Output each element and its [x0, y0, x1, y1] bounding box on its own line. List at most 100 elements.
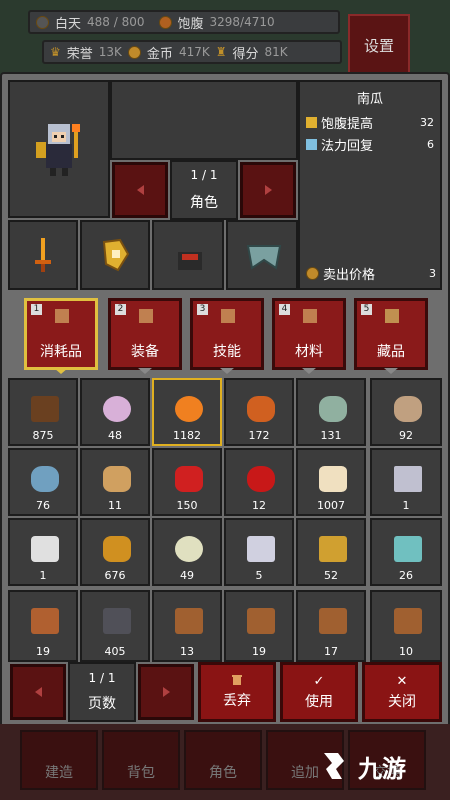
inventory-slot[interactable]: 92: [370, 378, 442, 446]
equip-slot-body[interactable]: [152, 220, 224, 290]
item-quantity: 19: [36, 645, 50, 658]
inventory-slot[interactable]: 19: [224, 590, 294, 662]
item-quantity: 11: [108, 499, 122, 512]
bone-icon: [31, 536, 59, 562]
inventory-slot[interactable]: 48: [80, 378, 150, 446]
inventory-slot[interactable]: 49: [152, 518, 222, 586]
close-button[interactable]: ✕ 关闭: [362, 662, 442, 722]
character-page: 1 / 1: [190, 168, 218, 182]
character-portrait[interactable]: [8, 80, 110, 218]
arrow-left-icon: [136, 185, 144, 195]
equip-slot-cape[interactable]: [226, 220, 298, 290]
hunger-icon: [158, 15, 172, 29]
arrow-right-icon: [264, 185, 272, 195]
plus-icon: [303, 309, 317, 323]
sell-price-label: 卖出价格: [323, 268, 376, 283]
inventory-slot[interactable]: 1007: [296, 448, 366, 516]
hunger-value: 3298/4710: [209, 15, 275, 29]
character-next-button[interactable]: [240, 162, 296, 218]
page-indicator: 1 / 1 页数: [68, 662, 136, 722]
red-potion-icon: [175, 466, 203, 492]
page-number: 1 / 1: [88, 671, 116, 685]
item-quantity: 1: [402, 499, 410, 512]
chest-icon: [31, 396, 59, 422]
inventory-slot[interactable]: 26: [370, 518, 442, 586]
hunger-icon: [306, 116, 317, 128]
inventory-slot[interactable]: 150: [152, 448, 222, 516]
settings-button[interactable]: 设置: [348, 14, 410, 76]
goblet-icon: [103, 536, 131, 562]
item-quantity: 76: [36, 499, 50, 512]
page-label: 页数: [88, 696, 116, 712]
character-label: 角色: [190, 195, 218, 211]
inventory-slot[interactable]: 1: [370, 448, 442, 516]
sell-price-row: 卖出价格 3: [306, 264, 436, 283]
item-quantity: 92: [399, 429, 413, 442]
nine-game-logo-icon: [324, 753, 344, 779]
dark-shrine-icon: [103, 608, 131, 634]
item-stat-row: 法力回复 6: [300, 133, 440, 155]
tab-shield[interactable]: 2 装备: [108, 298, 182, 370]
tab-pointer-icon: [302, 368, 316, 374]
pumpkin-icon: [175, 396, 203, 422]
inventory-slot[interactable]: 11: [80, 448, 150, 516]
bottom-nav-item[interactable]: 建造: [20, 730, 98, 790]
inventory-slot[interactable]: 1182: [152, 378, 222, 446]
shield-icon: [139, 309, 153, 323]
inventory-slot[interactable]: 19: [8, 590, 78, 662]
equip-slot-armor[interactable]: [80, 220, 150, 290]
inventory-slot[interactable]: 17: [296, 590, 366, 662]
scroll-card-icon: [394, 608, 422, 634]
score-value: 81K: [264, 45, 288, 59]
character-sprite-icon: [36, 124, 80, 176]
use-button[interactable]: ✓ 使用: [280, 662, 358, 722]
gem-pedestal-icon: [319, 536, 347, 562]
scroll-card-icon: [319, 608, 347, 634]
tab-number: 5: [361, 304, 372, 315]
tab-diamond[interactable]: 3 技能: [190, 298, 264, 370]
item-quantity: 5: [255, 569, 263, 582]
turnip-icon: [103, 396, 131, 422]
inventory-slot[interactable]: 172: [224, 378, 294, 446]
item-quantity: 172: [248, 429, 270, 442]
inventory-slot[interactable]: 76: [8, 448, 78, 516]
tab-label: 消耗品: [40, 344, 82, 360]
inventory-slot[interactable]: 131: [296, 378, 366, 446]
scroll-icon: [385, 309, 399, 323]
inventory-slot[interactable]: 405: [80, 590, 150, 662]
day-hunger-bar: 白天 488 / 800 饱腹 3298/4710: [28, 10, 340, 34]
inventory-slot[interactable]: 10: [370, 590, 442, 662]
inventory-slot[interactable]: 875: [8, 378, 78, 446]
item-quantity: 1: [39, 569, 47, 582]
tab-flask[interactable]: 1 消耗品: [24, 298, 98, 370]
tab-number: 3: [197, 304, 208, 315]
inventory-slot[interactable]: 12: [224, 448, 294, 516]
inventory-slot[interactable]: 1: [8, 518, 78, 586]
inventory-slot[interactable]: 676: [80, 518, 150, 586]
discard-button[interactable]: 丢弃: [198, 662, 276, 722]
cape-icon: [246, 245, 282, 270]
equip-slot-weapon[interactable]: [8, 220, 78, 290]
inventory-slot[interactable]: 13: [152, 590, 222, 662]
item-quantity: 12: [252, 499, 266, 512]
bottom-nav-label: 背包: [127, 765, 155, 781]
item-quantity: 875: [32, 429, 54, 442]
tab-pointer-icon: [54, 368, 68, 374]
tab-plus[interactable]: 4 材料: [272, 298, 346, 370]
item-stat-row: 饱腹提高 32: [300, 111, 440, 133]
tab-label: 材料: [295, 344, 323, 360]
trophy-icon: ♜: [215, 45, 227, 59]
inventory-slot[interactable]: 52: [296, 518, 366, 586]
tab-scroll[interactable]: 5 藏品: [354, 298, 428, 370]
page-prev-button[interactable]: [10, 664, 66, 720]
item-quantity: 10: [399, 645, 413, 658]
dark-robe-icon: [174, 244, 206, 270]
character-pager: 1 / 1 角色: [170, 160, 238, 220]
inventory-slot[interactable]: 5: [224, 518, 294, 586]
bottom-nav-item[interactable]: 角色: [184, 730, 262, 790]
day-icon: [36, 15, 49, 29]
tab-number: 1: [31, 304, 42, 315]
character-prev-button[interactable]: [112, 162, 168, 218]
page-next-button[interactable]: [138, 664, 194, 720]
bottom-nav-item[interactable]: 背包: [102, 730, 180, 790]
